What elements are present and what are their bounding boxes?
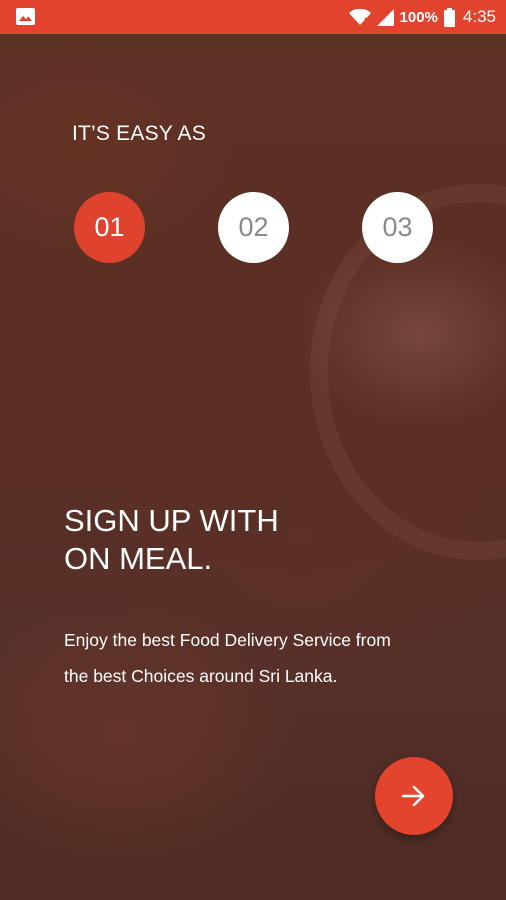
onboarding-heading: IT’S EASY AS	[72, 122, 206, 145]
next-button[interactable]	[375, 757, 453, 835]
gallery-icon	[16, 8, 35, 25]
title-line-2: ON MEAL.	[64, 541, 213, 576]
onboarding-description: Enjoy the best Food Delivery Service fro…	[64, 622, 444, 694]
onboarding-title: SIGN UP WITH ON MEAL.	[64, 502, 424, 578]
battery-percent: 100%	[399, 8, 438, 26]
battery-icon	[443, 7, 455, 27]
description-line-2: the best Choices around Sri Lanka.	[64, 666, 338, 686]
step-indicator-02[interactable]: 02	[218, 192, 289, 263]
status-bar-right: 100% 4:35	[348, 0, 496, 34]
step-indicator-01[interactable]: 01	[74, 192, 145, 263]
wifi-icon	[348, 8, 371, 25]
status-bar: 100% 4:35	[0, 0, 506, 34]
title-line-1: SIGN UP WITH	[64, 503, 279, 538]
description-line-1: Enjoy the best Food Delivery Service fro…	[64, 630, 391, 650]
clock: 4:35	[462, 7, 496, 26]
step-indicator-03[interactable]: 03	[362, 192, 433, 263]
signal-icon	[376, 8, 394, 26]
arrow-right-icon	[401, 785, 425, 807]
